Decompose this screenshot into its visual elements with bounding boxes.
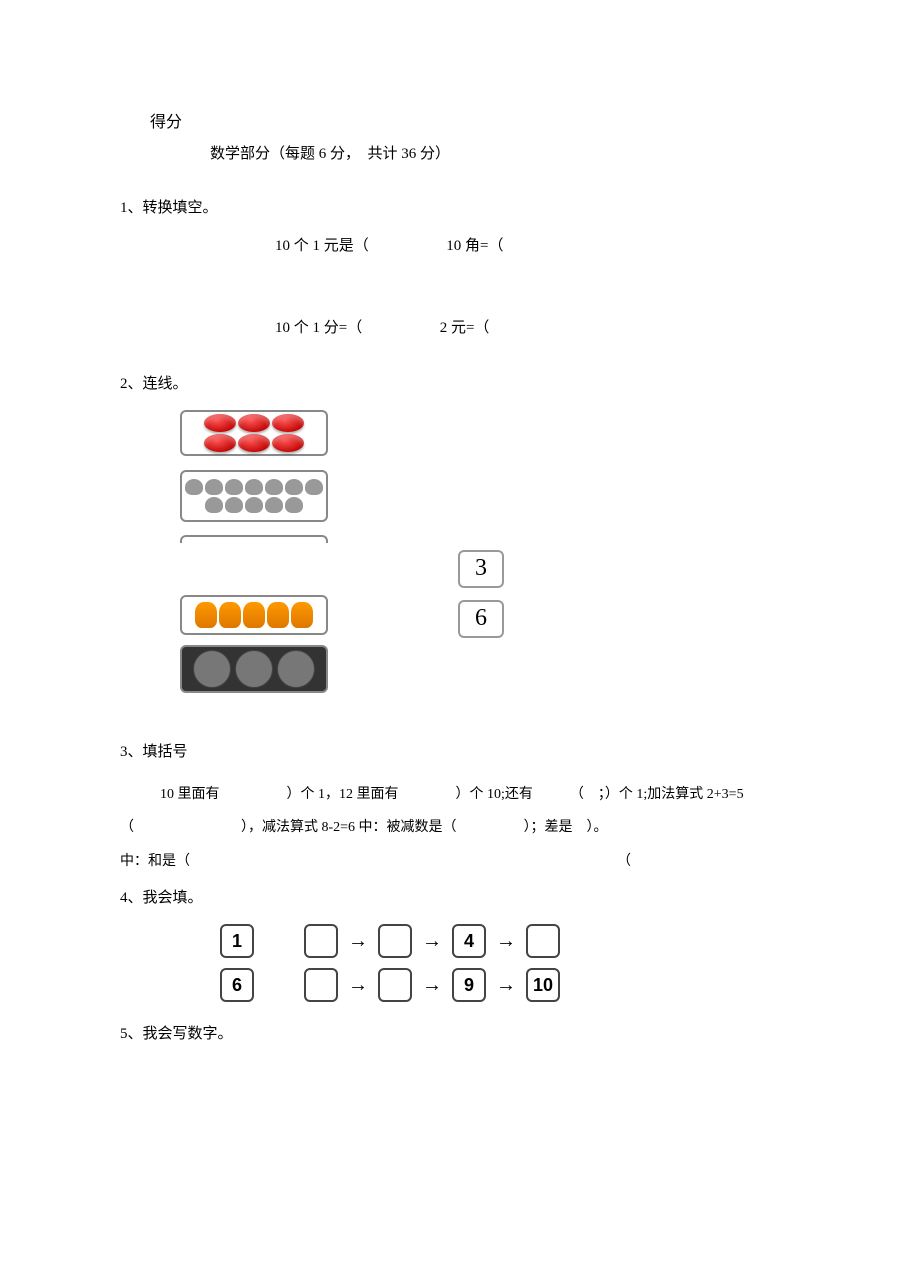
q4-sequences: 1 → → 4 → 6 → → 9 → 10 bbox=[220, 924, 800, 1002]
q4-row2: 6 → → 9 → 10 bbox=[220, 968, 800, 1002]
arrow-icon: → bbox=[348, 969, 368, 1001]
q4-box-empty bbox=[304, 968, 338, 1002]
q1-title: 1、转换填空。 bbox=[120, 196, 800, 220]
q1-item-b: 10 角=（ bbox=[446, 234, 503, 258]
q4-box-4: 4 bbox=[452, 924, 486, 958]
q3-l2c: ）；差是 ）。 bbox=[524, 820, 608, 835]
q1-row1: 10 个 1 元是（ 10 角=（ bbox=[275, 234, 800, 258]
crabs-icon bbox=[195, 602, 313, 628]
arrow-icon: → bbox=[422, 969, 442, 1001]
faces-icon bbox=[193, 650, 315, 688]
q3-l2b: ），减法算式 8-2=6 中：被减数是（ bbox=[241, 820, 457, 835]
q5-title: 5、我会写数字。 bbox=[120, 1022, 800, 1046]
card-empty-partial bbox=[180, 535, 328, 543]
q4-box-empty bbox=[304, 924, 338, 958]
q1-item-a: 10 个 1 元是（ bbox=[275, 234, 369, 258]
q3-title: 3、填括号 bbox=[120, 740, 800, 764]
q1-row2: 10 个 1 分=（ 2 元=（ bbox=[275, 316, 800, 340]
card-faces bbox=[180, 645, 328, 693]
q4-box-empty bbox=[526, 924, 560, 958]
q3-l1b: ）个 1，12 里面有 bbox=[287, 787, 399, 802]
q3-l1c: ）个 10;还有 bbox=[456, 787, 533, 802]
q3-l1a: 10 里面有 bbox=[160, 787, 220, 802]
number-card-3: 3 bbox=[458, 550, 504, 588]
score-label: 得分 bbox=[150, 110, 800, 136]
q3-l3b: （ bbox=[617, 854, 631, 869]
q4-box-empty bbox=[378, 968, 412, 1002]
arrow-icon: → bbox=[496, 969, 516, 1001]
card-beans bbox=[180, 410, 328, 456]
arrow-icon: → bbox=[496, 925, 516, 957]
q3-l3a: 中：和是（ bbox=[120, 854, 190, 869]
q4-box-10: 10 bbox=[526, 968, 560, 1002]
q4-title: 4、我会填。 bbox=[120, 886, 800, 910]
q1-item-c: 10 个 1 分=（ bbox=[275, 316, 362, 340]
section-title: 数学部分（每题 6 分， 共计 36 分） bbox=[210, 142, 800, 166]
card-bees bbox=[180, 470, 328, 522]
q4-box-empty bbox=[378, 924, 412, 958]
arrow-icon: → bbox=[348, 925, 368, 957]
q3-l1d: （ ；）个 1;加法算式 2+3=5 bbox=[570, 787, 744, 802]
q3-body: 10 里面有 ）个 1，12 里面有 ）个 10;还有 （ ；）个 1;加法算式… bbox=[160, 778, 800, 879]
beans-icon bbox=[194, 414, 314, 452]
q2-title: 2、连线。 bbox=[120, 372, 800, 396]
bees-icon bbox=[184, 479, 324, 513]
card-crabs bbox=[180, 595, 328, 635]
q4-row1: 1 → → 4 → bbox=[220, 924, 800, 958]
number-card-6: 6 bbox=[458, 600, 504, 638]
q2-matching-area: 3 6 bbox=[180, 410, 800, 730]
arrow-icon: → bbox=[422, 925, 442, 957]
q4-box-1: 1 bbox=[220, 924, 254, 958]
q4-box-9: 9 bbox=[452, 968, 486, 1002]
q4-box-6: 6 bbox=[220, 968, 254, 1002]
q1-item-d: 2 元=（ bbox=[440, 316, 490, 340]
q3-l2a: （ bbox=[120, 820, 134, 835]
